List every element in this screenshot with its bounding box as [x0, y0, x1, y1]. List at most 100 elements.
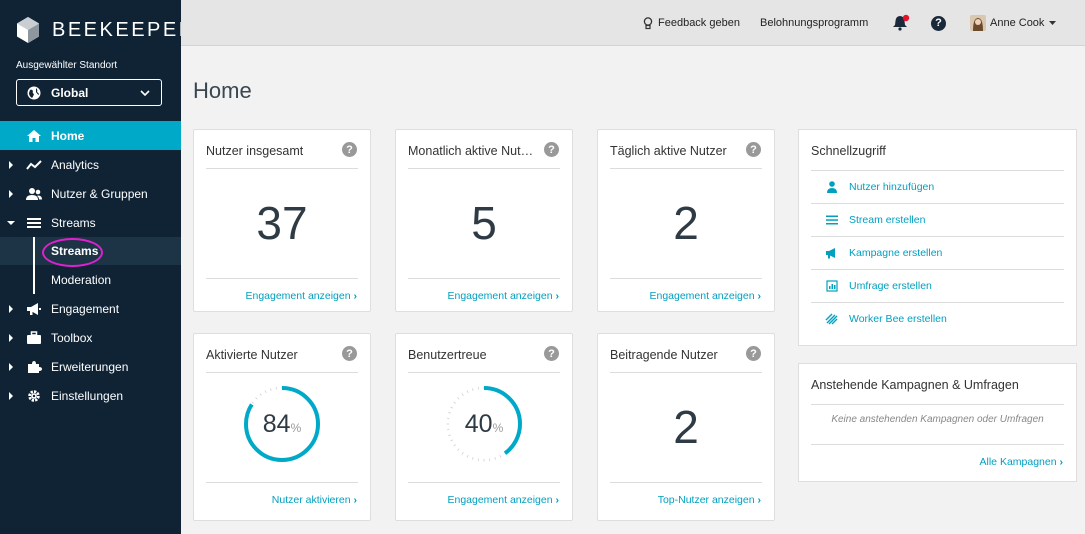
help-icon[interactable]: ? — [342, 142, 357, 157]
gauge-tick — [270, 388, 272, 391]
nav-item-home[interactable]: Home — [0, 121, 181, 150]
gauge-tick — [461, 452, 464, 455]
quick-create-worker-bee[interactable]: Worker Bee erstellen — [811, 302, 1064, 335]
stat-card-retention: Benutzertreue ? 40% Engagement anzeigen … — [395, 333, 573, 521]
page-title: Home — [193, 78, 252, 103]
location-select[interactable]: Global — [16, 79, 162, 106]
brand-logo[interactable]: BEEKEEPER — [16, 16, 196, 44]
engagement-link[interactable]: Engagement anzeigen › — [649, 290, 761, 302]
question-circle-icon: ? — [931, 15, 946, 31]
gauge-tick — [494, 457, 496, 460]
gauge-tick — [453, 444, 456, 447]
sidebar: BEEKEEPER Ausgewählter Standort Global H… — [0, 0, 193, 534]
stat-value: 40% — [464, 410, 504, 438]
engagement-link[interactable]: Engagement anzeigen › — [447, 290, 559, 302]
gear-icon — [28, 389, 40, 402]
rewards-link[interactable]: Belohnungsprogramm — [760, 0, 868, 46]
gauge-tick — [466, 390, 469, 393]
help-icon[interactable]: ? — [746, 142, 761, 157]
nav-item-engagement[interactable]: Engagement — [0, 294, 181, 323]
stat-card-activated-users: Aktivierte Nutzer ? 84% Nutzer aktiviere… — [193, 333, 371, 521]
pending-empty-state: Keine anstehenden Kampagnen oder Umfrage… — [831, 414, 1044, 425]
survey-icon — [826, 279, 838, 292]
gauge-tick — [450, 439, 453, 442]
nav-item-extensions[interactable]: Erweiterungen — [0, 352, 181, 381]
notifications-button[interactable] — [892, 0, 910, 46]
person-icon — [827, 180, 837, 193]
help-icon[interactable]: ? — [544, 346, 559, 361]
stat-card-monthly-active: Monatlich aktive Nutzer ? 5 Engagement a… — [395, 129, 573, 312]
users-icon — [26, 187, 42, 200]
gauge-tick — [453, 401, 456, 404]
gauge-tick — [457, 448, 460, 451]
nav-item-toolbox[interactable]: Toolbox — [0, 323, 181, 352]
nav-item-settings[interactable]: Einstellungen — [0, 381, 181, 410]
engagement-link[interactable]: Engagement anzeigen › — [245, 290, 357, 302]
pending-title: Anstehende Kampagnen & Umfragen — [811, 378, 1019, 392]
quick-create-campaign[interactable]: Kampagne erstellen — [811, 236, 1064, 269]
puzzle-icon — [28, 360, 42, 373]
gauge-tick — [466, 455, 469, 458]
gauge-tick — [259, 393, 262, 396]
quick-access-panel: Schnellzugriff Nutzer hinzufügen Stream … — [798, 129, 1077, 346]
gauge-tick — [457, 397, 460, 400]
stat-value: 37 — [256, 197, 308, 249]
quick-access-title: Schnellzugriff — [811, 144, 886, 158]
location-label: Ausgewählter Standort — [16, 60, 118, 71]
brand-name: BEEKEEPER — [52, 18, 196, 41]
activate-users-link[interactable]: Nutzer aktivieren › — [272, 494, 357, 506]
gauge-tick — [450, 406, 453, 409]
location-value: Global — [51, 85, 89, 100]
stat-value: 2 — [673, 401, 699, 453]
stat-value: 2 — [673, 197, 699, 249]
list-icon — [826, 215, 838, 224]
caret-right-icon — [9, 304, 13, 313]
chevron-down-icon — [140, 90, 150, 97]
top-users-link[interactable]: Top-Nutzer anzeigen › — [658, 494, 761, 506]
stat-card-daily-active: Täglich aktive Nutzer ? 2 Engagement anz… — [597, 129, 775, 312]
gauge-tick — [499, 455, 502, 458]
subnav-indicator — [33, 237, 35, 265]
lightbulb-icon — [643, 16, 653, 29]
stat-value: 84% — [262, 410, 302, 438]
quick-create-stream[interactable]: Stream erstellen — [811, 203, 1064, 236]
caret-right-icon — [9, 362, 13, 371]
megaphone-icon — [826, 247, 835, 258]
avatar — [970, 15, 986, 31]
nav-subitem-moderation[interactable]: Moderation — [0, 265, 181, 294]
main-nav: Home Analytics Nutzer & Gruppen Streams … — [0, 121, 181, 410]
hexagon-logo-icon — [17, 17, 39, 43]
quick-create-survey[interactable]: Umfrage erstellen — [811, 269, 1064, 302]
list-icon — [27, 217, 41, 228]
gauge-tick — [472, 388, 474, 391]
caret-right-icon — [9, 160, 13, 169]
nav-item-analytics[interactable]: Analytics — [0, 150, 181, 179]
streams-highlight-annotation — [42, 238, 103, 267]
bee-icon — [825, 313, 838, 324]
toolbox-icon — [27, 330, 41, 344]
all-campaigns-link[interactable]: Alle Kampagnen › — [980, 456, 1063, 468]
globe-icon — [27, 86, 41, 99]
user-menu[interactable]: Anne Cook — [970, 0, 1057, 46]
caret-right-icon — [9, 391, 13, 400]
stat-card-contributing-users: Beitragende Nutzer ? 2 Top-Nutzer anzeig… — [597, 333, 775, 521]
nav-item-users-groups[interactable]: Nutzer & Gruppen — [0, 179, 181, 208]
help-button[interactable]: ? — [931, 0, 946, 46]
engagement-link[interactable]: Engagement anzeigen › — [447, 494, 559, 506]
help-icon[interactable]: ? — [544, 142, 559, 157]
gauge-tick — [472, 457, 474, 460]
nav-item-streams[interactable]: Streams — [0, 208, 181, 237]
quick-add-user[interactable]: Nutzer hinzufügen — [811, 170, 1064, 203]
bell-icon — [893, 14, 910, 31]
megaphone-icon — [27, 302, 41, 315]
stat-card-total-users: Nutzer insgesamt ? 37 Engagement anzeige… — [193, 129, 371, 312]
gauge-tick — [461, 393, 464, 396]
stat-value: 5 — [471, 197, 497, 249]
help-icon[interactable]: ? — [342, 346, 357, 361]
feedback-link[interactable]: Feedback geben — [643, 0, 740, 46]
home-icon — [27, 129, 41, 142]
caret-right-icon — [9, 333, 13, 342]
gauge-tick — [251, 401, 254, 404]
subnav-indicator — [33, 265, 35, 294]
help-icon[interactable]: ? — [746, 346, 761, 361]
